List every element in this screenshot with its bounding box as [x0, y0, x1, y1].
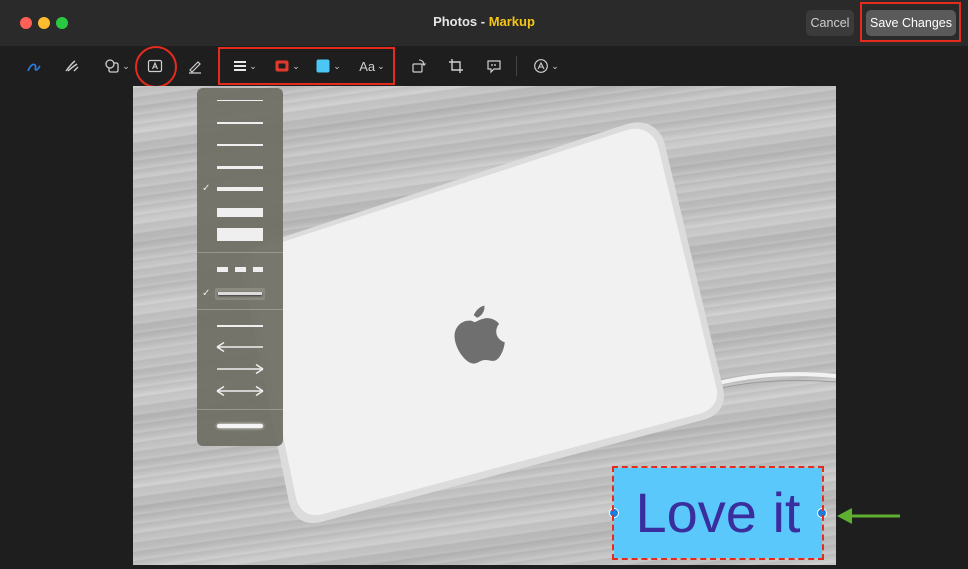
highlight-tool[interactable] — [185, 54, 205, 78]
rotate-tool[interactable] — [408, 54, 428, 78]
thickness-option-7[interactable] — [217, 228, 263, 241]
right-arrow-option[interactable] — [215, 363, 265, 375]
title-bar: Photos - Markup Cancel Save Changes — [0, 0, 968, 46]
left-arrow-option[interactable] — [215, 341, 265, 353]
checkmark-icon: ✓ — [202, 288, 211, 299]
shapes-icon — [105, 59, 119, 73]
menu-separator — [197, 409, 283, 410]
crop-icon — [449, 59, 463, 73]
draw-tool[interactable] — [62, 54, 82, 78]
annotate-tool[interactable] — [484, 54, 504, 78]
no-arrow-option[interactable] — [217, 325, 263, 327]
crop-tool[interactable] — [446, 54, 466, 78]
rotate-icon — [412, 59, 426, 73]
green-arrow-annotation — [837, 508, 900, 524]
annotate-icon — [487, 60, 501, 74]
toolbar-divider — [516, 56, 517, 76]
style-tools-highlight-box — [218, 47, 395, 85]
checkmark-icon: ✓ — [202, 183, 211, 194]
highlight-icon — [189, 61, 201, 74]
shadow-option[interactable] — [215, 288, 265, 300]
thickness-option-2[interactable] — [217, 122, 263, 124]
sketch-icon — [27, 63, 41, 72]
draw-icon — [65, 60, 79, 72]
line-style-menu: ✓ ✓ — [197, 88, 283, 446]
text-tool-highlight-circle — [135, 46, 177, 88]
description-icon — [534, 59, 549, 73]
chevron-down-icon: ⌄ — [551, 60, 559, 71]
save-highlight-box — [860, 2, 961, 42]
title-separator: - — [477, 14, 489, 29]
dashed-line-option[interactable] — [217, 267, 263, 272]
sketch-tool[interactable] — [24, 54, 44, 78]
description-tool[interactable]: ⌄ — [530, 54, 562, 78]
glow-line-option[interactable] — [217, 424, 263, 428]
title-app: Photos — [433, 14, 478, 29]
menu-separator — [197, 252, 283, 253]
cancel-button[interactable]: Cancel — [806, 10, 854, 36]
title-mode: Markup — [488, 14, 535, 29]
double-arrow-option[interactable] — [215, 385, 265, 397]
menu-separator — [197, 309, 283, 310]
thickness-option-4[interactable] — [217, 166, 263, 169]
thickness-option-6[interactable] — [217, 208, 263, 217]
thickness-option-3[interactable] — [217, 144, 263, 146]
shapes-tool[interactable]: ⌄ — [102, 54, 132, 78]
thickness-option-1[interactable] — [217, 100, 263, 101]
text-box-highlight-box — [612, 466, 824, 560]
thickness-option-5[interactable] — [217, 187, 263, 191]
chevron-down-icon: ⌄ — [122, 60, 130, 71]
